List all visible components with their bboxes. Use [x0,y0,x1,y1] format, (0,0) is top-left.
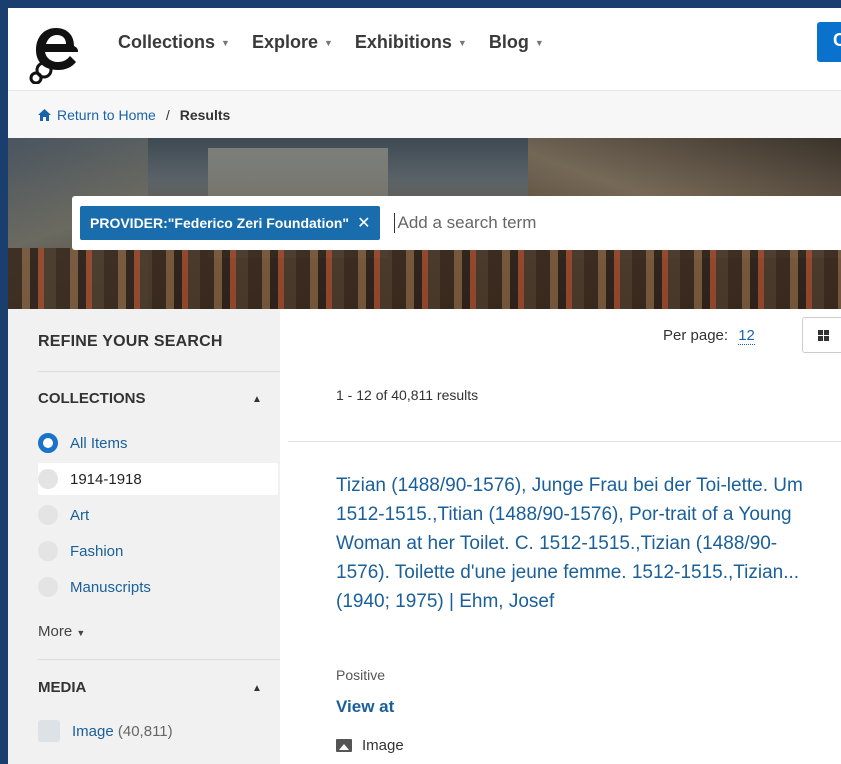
breadcrumb: Return to Home / Results [8,90,841,138]
results-main: Per page: 12 1 - 12 of 40,811 results Ti… [280,309,841,764]
nav-exhibitions-label: Exhibitions [354,32,452,52]
more-label: More [38,623,73,640]
divider [288,441,841,442]
result-media-type: Image [336,737,404,754]
chevron-down-icon: ▼ [457,37,467,48]
radio-icon[interactable] [38,577,58,597]
divider [38,371,280,372]
collection-option-label: Manuscripts [70,578,151,596]
search-filter-chip-label: PROVIDER:"Federico Zeri Foundation" [90,215,350,231]
nav-collections[interactable]: Collections ▼ [118,32,230,53]
radio-icon[interactable] [38,541,58,561]
header-action-button[interactable]: C [817,22,841,62]
search-input[interactable] [394,213,795,233]
nav-explore-label: Explore [251,32,318,52]
window-frame-left [0,0,8,764]
result-type: Positive [336,667,386,683]
radio-selected-icon[interactable] [38,433,58,453]
view-at-link[interactable]: View at [336,697,394,717]
media-option-image[interactable]: Image (40,811) [38,717,173,745]
search-bar: PROVIDER:"Federico Zeri Foundation" ✕ [72,196,841,250]
image-icon [336,739,352,752]
hero-banner: PROVIDER:"Federico Zeri Foundation" ✕ [8,138,841,309]
grid-view-button[interactable] [802,317,841,353]
collection-option-all-items[interactable]: All Items [38,429,128,457]
window-frame-top [0,0,841,8]
breadcrumb-separator: / [165,106,170,123]
site-logo-icon[interactable] [28,22,88,84]
close-icon[interactable]: ✕ [357,213,370,233]
collection-option-fashion[interactable]: Fashion [38,537,123,565]
radio-icon[interactable] [38,505,58,525]
collection-option-manuscripts[interactable]: Manuscripts [38,573,151,601]
chevron-down-icon: ▼ [221,37,230,48]
per-page-select[interactable]: 12 [738,327,755,345]
breadcrumb-current: Results [179,106,231,123]
nav-exhibitions[interactable]: Exhibitions ▼ [355,32,467,53]
media-heading[interactable]: MEDIA [38,679,86,696]
collection-option-label: All Items [70,434,128,452]
per-page-control: Per page: 12 [663,327,755,345]
sidebar-title: REFINE YOUR SEARCH [38,333,223,350]
radio-icon[interactable] [38,469,58,489]
collections-heading[interactable]: COLLECTIONS [38,390,146,407]
nav-blog-label: Blog [488,32,529,52]
more-collections-link[interactable]: More ▼ [38,623,85,640]
nav-blog[interactable]: Blog ▼ [489,32,544,53]
nav-collections-label: Collections [118,32,216,52]
collection-option-label: Fashion [70,542,124,560]
search-filter-chip[interactable]: PROVIDER:"Federico Zeri Foundation" ✕ [80,206,381,240]
chevron-down-icon: ▼ [76,628,86,638]
home-icon [38,108,51,121]
chevron-down-icon: ▼ [323,37,333,48]
hero-painting-crowd [8,248,841,309]
per-page-label: Per page: [663,327,729,344]
breadcrumb-home-label: Return to Home [57,106,156,123]
nav-explore[interactable]: Explore ▼ [252,32,333,53]
site-header: Collections ▼ Explore ▼ Exhibitions ▼ Bl… [8,8,841,90]
collapse-icon[interactable]: ▲ [252,683,262,694]
result-title-link[interactable]: Tizian (1488/90-1576), Junge Frau bei de… [336,471,820,616]
chevron-down-icon: ▼ [534,37,544,48]
result-media-label: Image [362,737,404,754]
refine-sidebar: REFINE YOUR SEARCH COLLECTIONS ▲ All Ite… [8,309,280,764]
breadcrumb-home-link[interactable]: Return to Home [38,107,156,123]
collection-option-label: 1914-1918 [70,470,142,488]
media-option-count: (40,811) [117,722,173,740]
results-count: 1 - 12 of 40,811 results [336,387,479,403]
media-option-label: Image [72,722,114,740]
collapse-icon[interactable]: ▲ [252,394,262,405]
divider [38,659,280,660]
main-nav: Collections ▼ Explore ▼ Exhibitions ▼ Bl… [118,32,544,53]
collection-option-art[interactable]: Art [38,501,89,529]
collection-option-label: Art [70,506,90,524]
collection-option-1914-1918[interactable]: 1914-1918 [38,463,278,495]
checkbox[interactable] [38,720,60,742]
